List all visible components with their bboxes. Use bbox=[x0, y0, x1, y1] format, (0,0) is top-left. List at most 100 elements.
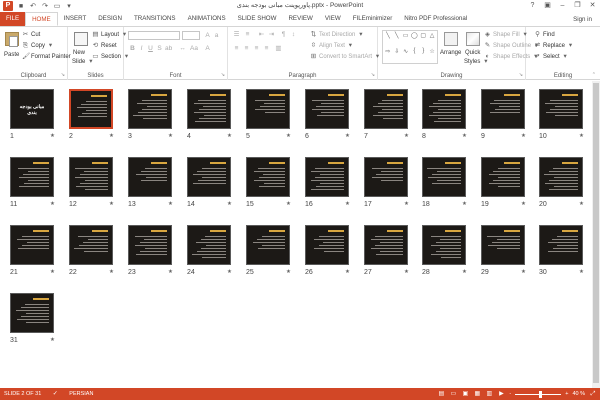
dialog-launcher-icon[interactable]: ↘ bbox=[519, 72, 523, 78]
reading-view-icon[interactable]: ▥ bbox=[485, 390, 493, 398]
columns-icon[interactable]: ▥ bbox=[275, 45, 282, 52]
shapes-gallery[interactable]: ╲ ╲ ▭ ◯ ▢ △ ⇨ ⇩ ∿ { } ☆ bbox=[382, 30, 438, 64]
justify-icon[interactable]: ≡ bbox=[263, 45, 270, 52]
transition-star-icon[interactable]: ★ bbox=[227, 133, 232, 139]
strikethrough-icon[interactable]: ab bbox=[165, 45, 172, 52]
transition-star-icon[interactable]: ★ bbox=[521, 201, 526, 207]
numbering-icon[interactable]: ≡ bbox=[244, 31, 251, 38]
font-name-input[interactable] bbox=[128, 31, 180, 40]
italic-icon[interactable]: I bbox=[138, 45, 145, 52]
transition-star-icon[interactable]: ★ bbox=[345, 201, 350, 207]
slide-preview[interactable]: مبانی بودجه بندی bbox=[10, 89, 54, 129]
rtl-icon[interactable]: ¶ bbox=[280, 31, 287, 38]
slide-preview[interactable] bbox=[305, 225, 349, 265]
bullets-icon[interactable]: ☰ bbox=[233, 31, 240, 38]
collapse-ribbon-icon[interactable]: ⌃ bbox=[592, 72, 596, 78]
slide-preview[interactable] bbox=[422, 225, 466, 265]
tab-slide-show[interactable]: SLIDE SHOW bbox=[232, 12, 283, 26]
slide-preview[interactable] bbox=[481, 157, 525, 197]
format-painter-button[interactable]: 🖌 Format Painter bbox=[22, 53, 71, 60]
shape-fill-button[interactable]: ◈ Shape Fill ▾ bbox=[484, 31, 529, 38]
transition-star-icon[interactable]: ★ bbox=[109, 269, 114, 275]
slide-preview[interactable] bbox=[305, 157, 349, 197]
transition-star-icon[interactable]: ★ bbox=[227, 201, 232, 207]
normal-view-icon[interactable]: ▣ bbox=[461, 390, 469, 398]
transition-star-icon[interactable]: ★ bbox=[168, 201, 173, 207]
vertical-scrollbar[interactable] bbox=[592, 81, 600, 388]
slide-preview[interactable] bbox=[10, 293, 54, 333]
fit-to-window-icon[interactable]: ⤢ bbox=[589, 390, 597, 398]
zoom-slider[interactable] bbox=[515, 390, 562, 398]
transition-star-icon[interactable]: ★ bbox=[286, 133, 291, 139]
align-text-button[interactable]: ⇳ Align Text ▾ bbox=[310, 42, 354, 49]
quick-styles-icon[interactable] bbox=[466, 32, 480, 46]
new-slide-button-2[interactable]: Slide ▾ bbox=[72, 58, 94, 65]
transition-star-icon[interactable]: ★ bbox=[579, 269, 584, 275]
transition-star-icon[interactable]: ★ bbox=[168, 133, 173, 139]
restore-icon[interactable]: ❐ bbox=[570, 0, 585, 12]
slide-preview[interactable] bbox=[539, 157, 583, 197]
shrink-font-icon[interactable]: a bbox=[213, 32, 220, 39]
shape-brace-icon[interactable]: { bbox=[411, 48, 419, 63]
slide-preview[interactable] bbox=[187, 225, 231, 265]
transition-star-icon[interactable]: ★ bbox=[109, 201, 114, 207]
text-direction-button[interactable]: ⇅ Text Direction ▾ bbox=[310, 31, 364, 38]
find-button[interactable]: ⚲ Find bbox=[534, 31, 555, 38]
slide-preview[interactable] bbox=[481, 225, 525, 265]
tab-design[interactable]: DESIGN bbox=[92, 12, 128, 26]
slide-preview[interactable] bbox=[246, 89, 290, 129]
slide-preview[interactable] bbox=[364, 225, 408, 265]
slide-preview[interactable] bbox=[128, 157, 172, 197]
scrollbar-thumb[interactable] bbox=[593, 83, 599, 383]
tab-view[interactable]: VIEW bbox=[319, 12, 347, 26]
copy-button[interactable]: ⎘ Copy ▾ bbox=[22, 42, 54, 49]
slide-preview[interactable] bbox=[246, 157, 290, 197]
shape-curve-icon[interactable]: ∿ bbox=[402, 48, 410, 63]
slide-count-status[interactable]: SLIDE 2 OF 31 bbox=[4, 391, 41, 397]
ribbon-display-options-icon[interactable]: ▣ bbox=[540, 0, 555, 12]
slide-preview[interactable] bbox=[305, 89, 349, 129]
transition-star-icon[interactable]: ★ bbox=[404, 133, 409, 139]
reset-button[interactable]: ⟲ Reset bbox=[92, 42, 117, 49]
transition-star-icon[interactable]: ★ bbox=[227, 269, 232, 275]
zoom-out-button[interactable]: - bbox=[509, 391, 511, 397]
transition-star-icon[interactable]: ★ bbox=[50, 337, 55, 343]
grow-font-icon[interactable]: A bbox=[204, 32, 211, 39]
shape-rectangle-icon[interactable]: ▭ bbox=[402, 32, 410, 47]
shape-arrow-icon[interactable]: ⇨ bbox=[384, 48, 392, 63]
new-slide-icon[interactable] bbox=[74, 32, 88, 46]
paste-icon[interactable] bbox=[5, 32, 19, 47]
transition-star-icon[interactable]: ★ bbox=[579, 133, 584, 139]
transition-star-icon[interactable]: ★ bbox=[345, 269, 350, 275]
slide-preview[interactable] bbox=[364, 157, 408, 197]
align-right-icon[interactable]: ≡ bbox=[253, 45, 260, 52]
zoom-level[interactable]: 40 % bbox=[572, 391, 585, 397]
slide-preview[interactable] bbox=[539, 225, 583, 265]
shape-star-icon[interactable]: ☆ bbox=[428, 48, 436, 63]
font-size-input[interactable] bbox=[182, 31, 200, 40]
change-case-icon[interactable]: Aa bbox=[190, 45, 198, 52]
slide-preview[interactable] bbox=[128, 89, 172, 129]
shape-arrow-down-icon[interactable]: ⇩ bbox=[393, 48, 401, 63]
tab-animations[interactable]: ANIMATIONS bbox=[182, 12, 232, 26]
tab-insert[interactable]: INSERT bbox=[58, 12, 93, 26]
bold-icon[interactable]: B bbox=[129, 45, 136, 52]
transition-star-icon[interactable]: ★ bbox=[462, 201, 467, 207]
sign-in-link[interactable]: Sign in bbox=[573, 16, 592, 23]
close-icon[interactable]: ✕ bbox=[585, 0, 600, 12]
replace-button[interactable]: ⇄ Replace ▾ bbox=[534, 42, 574, 49]
shape-rounded-rect-icon[interactable]: ▢ bbox=[419, 32, 427, 47]
transition-star-icon[interactable]: ★ bbox=[462, 269, 467, 275]
tab-nitro-pdf[interactable]: Nitro PDF Professional bbox=[398, 12, 473, 26]
transition-star-icon[interactable]: ★ bbox=[50, 201, 55, 207]
transition-star-icon[interactable]: ★ bbox=[404, 201, 409, 207]
tab-fileminimizer[interactable]: FILEminimizer bbox=[347, 12, 399, 26]
tab-review[interactable]: REVIEW bbox=[282, 12, 318, 26]
slideshow-view-icon[interactable]: ▶ bbox=[497, 390, 505, 398]
cut-button[interactable]: ✂ Cut bbox=[22, 31, 41, 38]
underline-icon[interactable]: U bbox=[147, 45, 154, 52]
arrange-button[interactable]: Arrange bbox=[440, 50, 461, 56]
zoom-in-button[interactable]: + bbox=[565, 391, 568, 397]
increase-indent-icon[interactable]: ⇥ bbox=[268, 31, 275, 38]
transition-star-icon[interactable]: ★ bbox=[579, 201, 584, 207]
